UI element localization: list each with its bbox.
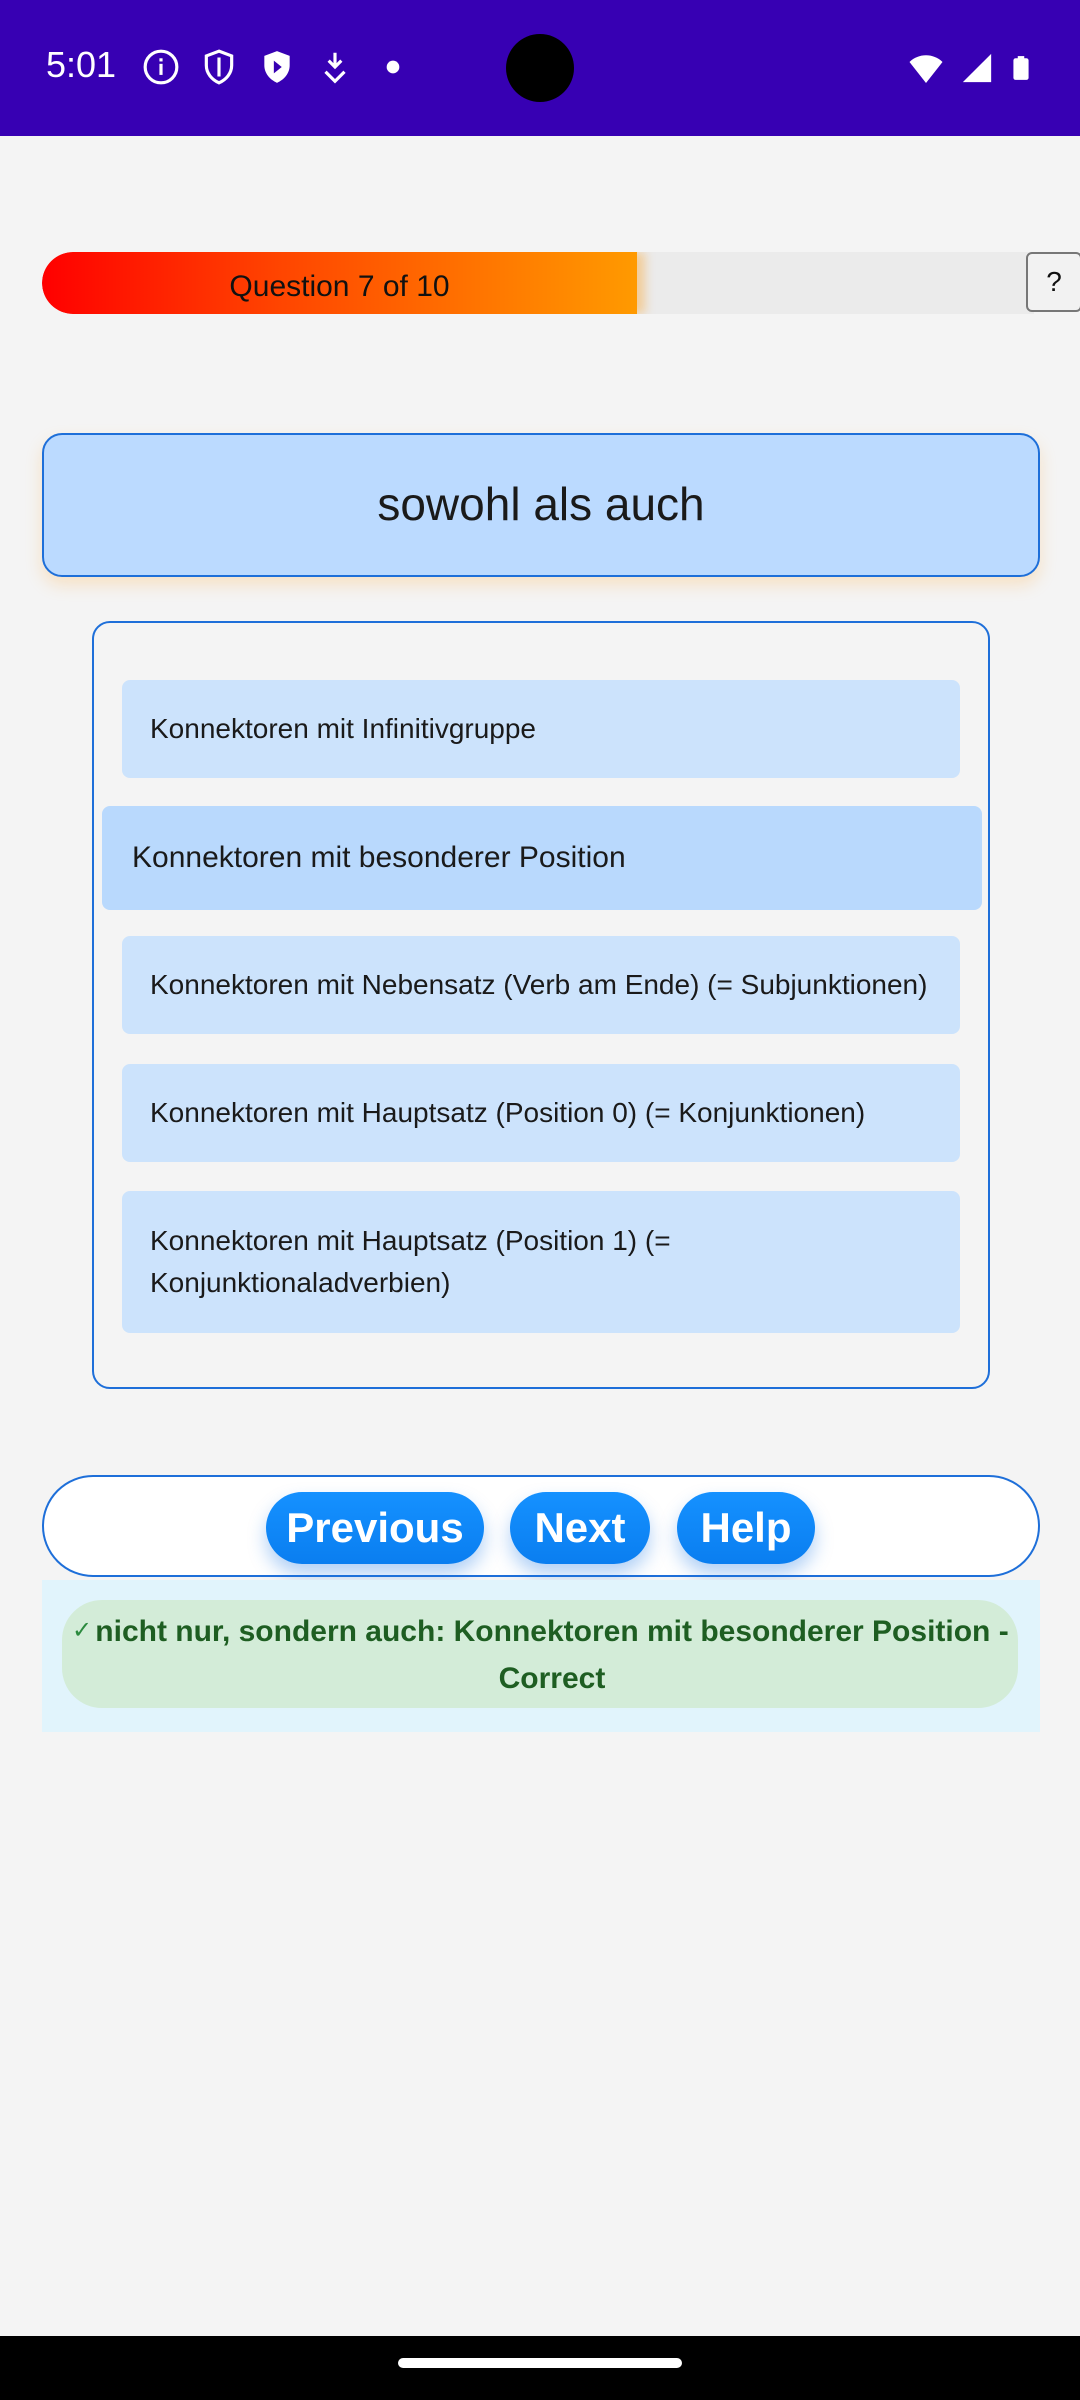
help-button[interactable]: Help [677, 1492, 815, 1564]
next-button[interactable]: Next [510, 1492, 650, 1564]
camera-cutout [506, 34, 574, 102]
status-bar: 5:01 [0, 0, 1080, 136]
home-handle[interactable] [398, 2358, 682, 2368]
question-card: sowohl als auch [42, 433, 1040, 577]
option-5[interactable]: Konnektoren mit Hauptsatz (Position 1) (… [122, 1191, 960, 1333]
download-icon [324, 52, 346, 84]
nav-bar: Previous Next Help [42, 1475, 1040, 1577]
dot-icon [386, 60, 400, 74]
battery-icon [1013, 56, 1029, 80]
feedback-area: ✓ nicht nur, sondern auch: Konnektoren m… [42, 1580, 1040, 1732]
signal-icon [962, 53, 992, 83]
option-2[interactable]: Konnektoren mit besonderer Position [102, 806, 982, 910]
shield-play-icon [264, 51, 290, 83]
option-label: Konnektoren mit Infinitivgruppe [150, 713, 536, 744]
option-label: Konnektoren mit besonderer Position [132, 841, 626, 874]
option-3[interactable]: Konnektoren mit Nebensatz (Verb am Ende)… [122, 936, 960, 1034]
option-1[interactable]: Konnektoren mit Infinitivgruppe [122, 680, 960, 778]
option-label: Konnektoren mit Nebensatz (Verb am Ende)… [150, 969, 928, 1000]
feedback-text: nicht nur, sondern auch: Konnektoren mit… [95, 1615, 1009, 1695]
wifi-icon [909, 55, 943, 83]
check-icon: ✓ [72, 1617, 93, 1644]
option-label: Konnektoren mit Hauptsatz (Position 0) (… [150, 1097, 866, 1128]
progress-track: Question 7 of 10 [42, 252, 1034, 314]
feedback-message: ✓ nicht nur, sondern auch: Konnektoren m… [62, 1600, 1018, 1708]
status-icons-left [142, 48, 412, 86]
options-panel: Konnektoren mit Infinitivgruppe Konnekto… [92, 621, 990, 1389]
progress-label: Question 7 of 10 [229, 270, 450, 303]
question-text: sowohl als auch [377, 478, 705, 530]
question-help-button[interactable]: ? [1026, 252, 1080, 312]
shield-outline-icon [204, 49, 234, 85]
previous-button[interactable]: Previous [266, 1492, 484, 1564]
status-icons-right [906, 48, 1034, 88]
navigation-gesture-bar [0, 2336, 1080, 2400]
option-4[interactable]: Konnektoren mit Hauptsatz (Position 0) (… [122, 1064, 960, 1162]
status-time: 5:01 [46, 44, 117, 85]
option-label: Konnektoren mit Hauptsatz (Position 1) (… [150, 1225, 671, 1298]
info-icon [143, 49, 179, 85]
progress-bar: Question 7 of 10 [42, 252, 1042, 314]
